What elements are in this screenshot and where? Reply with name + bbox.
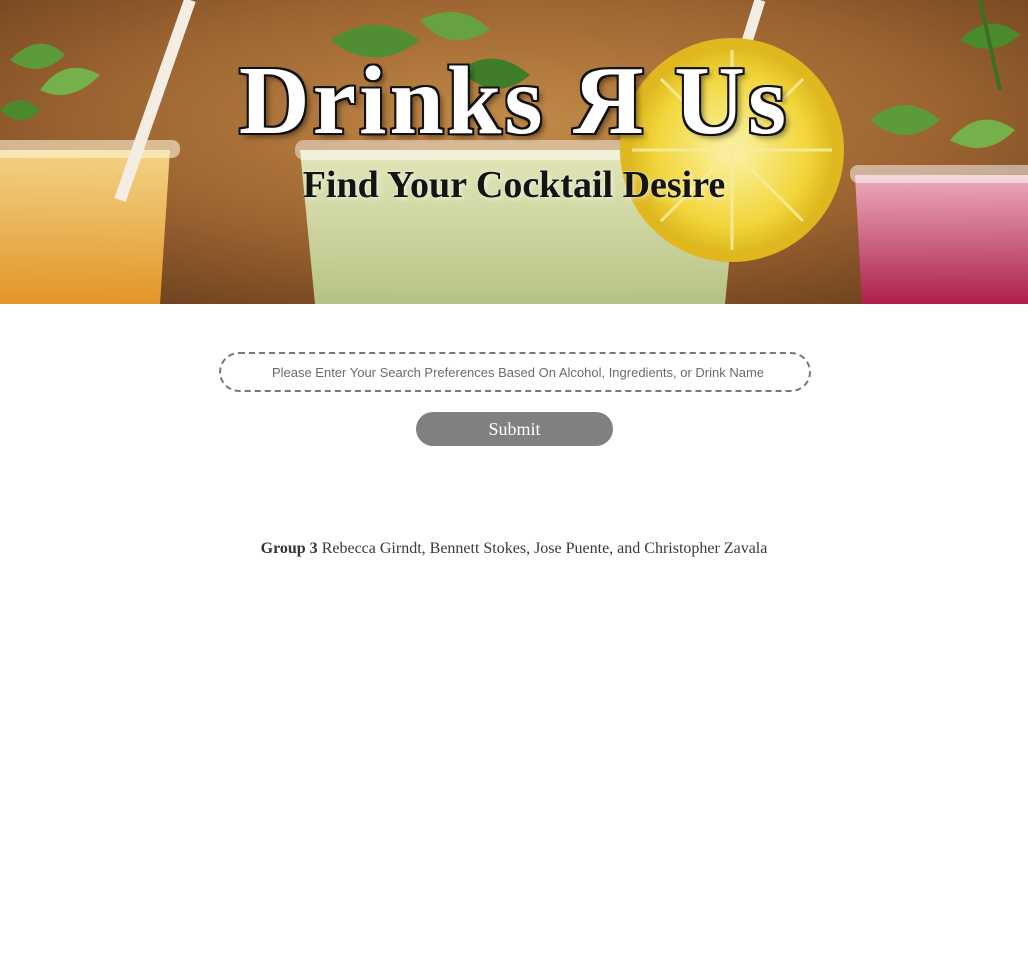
submit-button[interactable]: Submit <box>416 412 613 446</box>
search-input[interactable] <box>219 352 811 392</box>
search-form <box>219 352 811 392</box>
credits-group-label: Group 3 <box>260 540 318 557</box>
credits-line: Group 3 Rebecca Girndt, Bennett Stokes, … <box>0 540 1028 558</box>
site-title: Drinks Я Us <box>238 47 790 155</box>
hero-banner: Drinks Я Us Find Your Cocktail Desire <box>0 0 1028 304</box>
credits-members: Rebecca Girndt, Bennett Stokes, Jose Pue… <box>321 540 768 557</box>
site-tagline: Find Your Cocktail Desire <box>302 164 726 206</box>
